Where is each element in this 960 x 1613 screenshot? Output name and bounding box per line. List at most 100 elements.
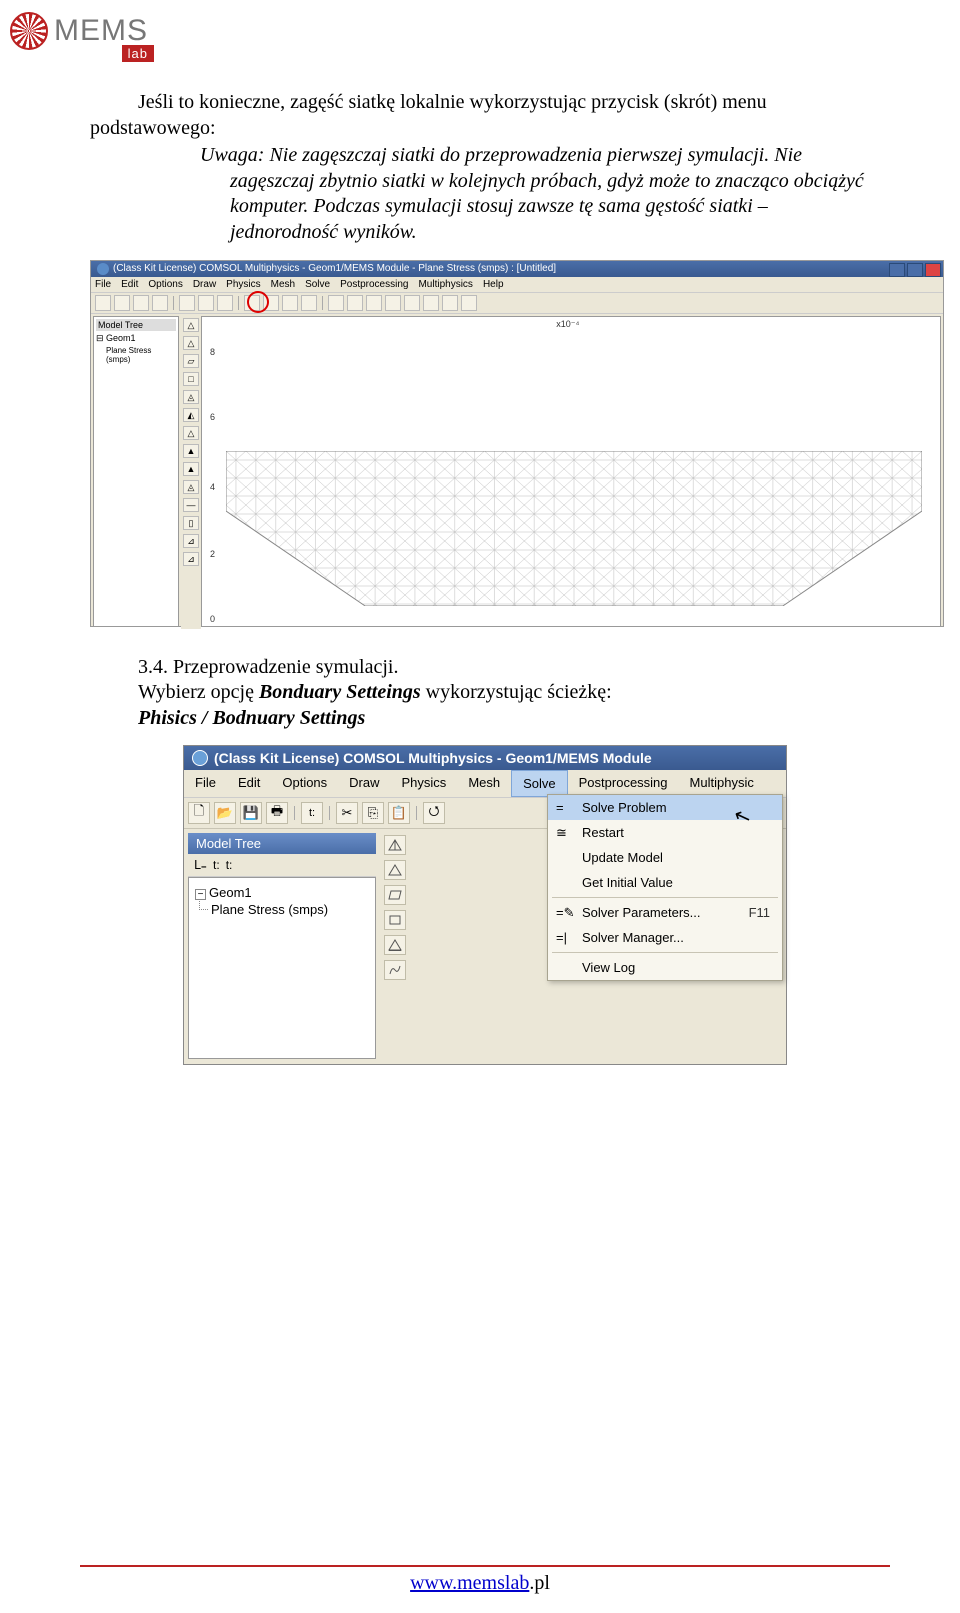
toolbar-button[interactable]	[301, 295, 317, 311]
menu-edit[interactable]: Edit	[227, 770, 271, 797]
menu-postprocessing[interactable]: Postprocessing	[340, 279, 408, 290]
draw-tool[interactable]: △	[183, 426, 199, 440]
tree-tool[interactable]: t:	[213, 858, 220, 872]
paste-button[interactable]: 📋	[388, 802, 410, 824]
toolbar-button[interactable]	[366, 295, 382, 311]
model-tree-panel[interactable]: Model Tree ᒪ₌ t: t: −Geom1 Plane Stress …	[188, 833, 376, 1063]
highlight-circle	[247, 291, 269, 313]
menu-draw[interactable]: Draw	[338, 770, 390, 797]
menu-solve[interactable]: Solve	[305, 279, 330, 290]
ytick: 0	[210, 614, 215, 624]
tree-plane-stress[interactable]: Plane Stress (smps)	[96, 346, 176, 364]
menu-item-solver-params[interactable]: =✎ Solver Parameters... F11	[548, 900, 782, 925]
tree-toolbar[interactable]: ᒪ₌ t: t:	[188, 854, 376, 877]
menu-edit[interactable]: Edit	[121, 279, 138, 290]
toolbar-button[interactable]	[179, 295, 195, 311]
draw-tool[interactable]: ▲	[183, 444, 199, 458]
footer-divider	[80, 1565, 890, 1567]
tree-geom[interactable]: −Geom1	[195, 884, 369, 901]
toolbar-button[interactable]: t:	[301, 802, 323, 824]
print-button[interactable]: 🖶	[266, 802, 288, 824]
menu-item-get-initial[interactable]: Get Initial Value	[548, 870, 782, 895]
menu-help[interactable]: Help	[483, 279, 504, 290]
draw-tool[interactable]: △	[183, 318, 199, 332]
save-button[interactable]: 💾	[240, 802, 262, 824]
draw-tool[interactable]: □	[183, 372, 199, 386]
toolbar-button[interactable]	[152, 295, 168, 311]
draw-tool[interactable]	[384, 935, 406, 955]
draw-tool[interactable]: ⊿	[183, 552, 199, 566]
draw-tool[interactable]: —	[183, 498, 199, 512]
section-heading: 3.4. Przeprowadzenie symulacji.	[90, 655, 880, 681]
toolbar-button[interactable]	[133, 295, 149, 311]
menu-file[interactable]: File	[95, 279, 111, 290]
menu-mesh[interactable]: Mesh	[457, 770, 511, 797]
draw-tool[interactable]	[384, 835, 406, 855]
menu-multiphysics[interactable]: Multiphysic	[679, 770, 765, 797]
menu-file[interactable]: File	[184, 770, 227, 797]
minimize-button[interactable]	[889, 263, 905, 277]
draw-tool[interactable]: ▯	[183, 516, 199, 530]
model-tree-panel[interactable]: Model Tree ⊟ Geom1 Plane Stress (smps)	[93, 316, 179, 627]
toolbar-button[interactable]	[385, 295, 401, 311]
copy-button[interactable]: ⎘	[362, 802, 384, 824]
window-buttons[interactable]	[889, 263, 941, 277]
toolbar-button[interactable]	[442, 295, 458, 311]
toolbar-button[interactable]	[114, 295, 130, 311]
toolbar-button[interactable]	[328, 295, 344, 311]
mesh-canvas[interactable]: x10⁻⁴ 8 6 4 2 0	[201, 316, 941, 627]
draw-tool[interactable]: ⊿	[183, 534, 199, 548]
menu-draw[interactable]: Draw	[193, 279, 216, 290]
toolbar[interactable]	[91, 293, 943, 314]
draw-toolbar[interactable]	[380, 829, 410, 1067]
draw-tool[interactable]: ◬	[183, 390, 199, 404]
toolbar-button[interactable]	[282, 295, 298, 311]
paragraph-intro: Jeśli to konieczne, zagęść siatkę lokaln…	[90, 90, 880, 141]
draw-tool[interactable]: ◭	[183, 408, 199, 422]
pointer-button[interactable]: ⭯	[423, 802, 445, 824]
toolbar-button[interactable]	[347, 295, 363, 311]
maximize-button[interactable]	[907, 263, 923, 277]
restart-icon: ≅	[556, 825, 572, 839]
draw-tool[interactable]	[384, 960, 406, 980]
tree-plane-stress[interactable]: Plane Stress (smps)	[195, 901, 369, 918]
toolbar-button[interactable]	[95, 295, 111, 311]
toolbar-button[interactable]	[404, 295, 420, 311]
open-button[interactable]: 📂	[214, 802, 236, 824]
footer-url: www.memslab.pl	[0, 1572, 960, 1595]
draw-tool[interactable]: ▲	[183, 462, 199, 476]
draw-tool[interactable]: △	[183, 336, 199, 350]
tree-geom[interactable]: Geom1	[106, 333, 136, 343]
logo-brand-text: MEMS lab	[54, 14, 148, 48]
new-button[interactable]: 🗋	[188, 802, 210, 824]
toolbar-button[interactable]	[198, 295, 214, 311]
menu-postprocessing[interactable]: Postprocessing	[568, 770, 679, 797]
draw-tool[interactable]: ▱	[183, 354, 199, 368]
triangle-icon[interactable]	[384, 860, 406, 880]
draw-tool[interactable]: ◬	[183, 480, 199, 494]
logo-lab-badge: lab	[122, 45, 154, 62]
menu-physics[interactable]: Physics	[391, 770, 458, 797]
tree-tool[interactable]: ᒪ₌	[194, 858, 207, 872]
menu-solve[interactable]: Solve	[511, 770, 568, 797]
meshed-geometry	[226, 451, 922, 606]
square-icon[interactable]	[384, 910, 406, 930]
tree-tool[interactable]: t:	[226, 858, 233, 872]
menu-options[interactable]: Options	[148, 279, 182, 290]
menu-physics[interactable]: Physics	[226, 279, 260, 290]
draw-toolbar[interactable]: △ △ ▱ □ ◬ ◭ △ ▲ ▲ ◬ — ▯ ⊿ ⊿	[181, 314, 201, 629]
menu-multiphysics[interactable]: Multiphysics	[418, 279, 472, 290]
menu-options[interactable]: Options	[271, 770, 338, 797]
footer-link[interactable]: www.memslab	[410, 1572, 529, 1594]
menu-mesh[interactable]: Mesh	[271, 279, 295, 290]
close-button[interactable]	[925, 263, 941, 277]
toolbar-button[interactable]	[217, 295, 233, 311]
cut-button[interactable]: ✂	[336, 802, 358, 824]
menu-item-update-model[interactable]: Update Model	[548, 845, 782, 870]
toolbar-button[interactable]	[423, 295, 439, 311]
toolbar-button[interactable]	[461, 295, 477, 311]
parallelogram-icon[interactable]	[384, 885, 406, 905]
menu-bar[interactable]: File Edit Options Draw Physics Mesh Solv…	[91, 277, 943, 293]
menu-item-view-log[interactable]: View Log	[548, 955, 782, 980]
menu-item-solver-manager[interactable]: =| Solver Manager...	[548, 925, 782, 950]
